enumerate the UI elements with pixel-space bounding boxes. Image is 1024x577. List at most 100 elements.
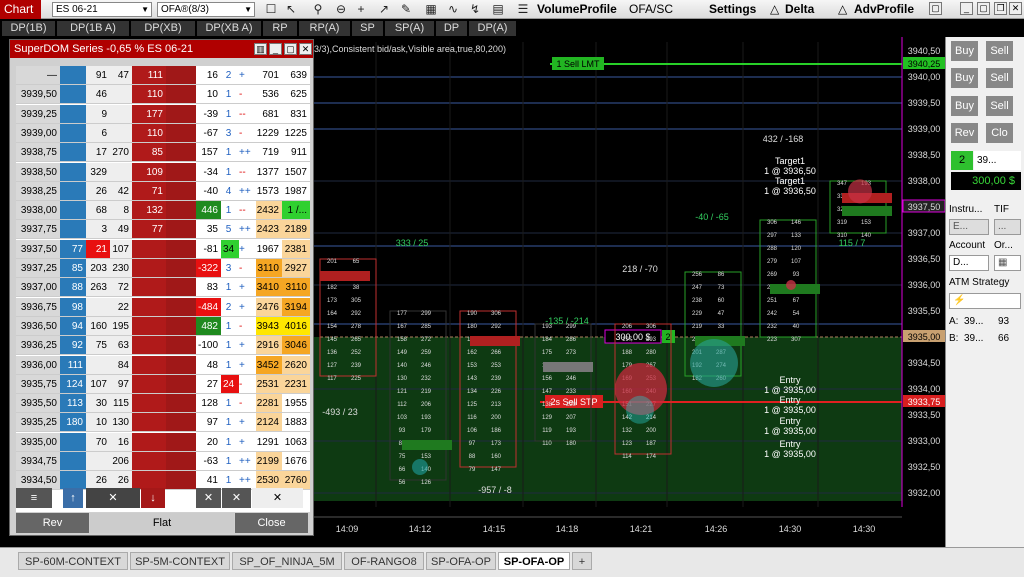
- atm-strategy-select[interactable]: ⚡: [949, 293, 1021, 309]
- close-icon[interactable]: ✕: [1009, 2, 1022, 15]
- dom-cell-blank[interactable]: [166, 374, 196, 394]
- crosshair-icon[interactable]: +: [353, 1, 369, 17]
- dom-cell-ask[interactable]: [132, 259, 166, 278]
- indicator-button[interactable]: DP(A): [469, 21, 517, 36]
- dom-cell-ask[interactable]: [132, 374, 166, 394]
- dom-cell-blank[interactable]: [166, 239, 196, 259]
- quantity-stepper[interactable]: ▦: [994, 255, 1021, 271]
- dom-cell-blank[interactable]: [166, 181, 196, 201]
- maximize-icon[interactable]: ▢: [977, 2, 990, 15]
- delta-button[interactable]: Delta: [785, 1, 814, 18]
- sell-market-button[interactable]: Sell: [986, 41, 1013, 61]
- pencil-icon[interactable]: ✎: [398, 1, 414, 17]
- buy-market-button[interactable]: Buy: [951, 41, 978, 61]
- chart-trader-icon[interactable]: ☰: [515, 1, 531, 17]
- settings-button[interactable]: Settings: [709, 1, 756, 18]
- restore-icon[interactable]: ❐: [994, 2, 1007, 15]
- dom-cell-blank[interactable]: [166, 355, 196, 375]
- pointer-icon[interactable]: ↖: [283, 1, 299, 17]
- dom-cell-ask[interactable]: [132, 336, 166, 356]
- instrument-selector[interactable]: ES 06-21 ▼: [52, 2, 152, 17]
- center-ladder-icon[interactable]: ≡: [16, 488, 52, 508]
- dom-cell-ask[interactable]: 109: [132, 162, 166, 182]
- dom-cell-blank[interactable]: [166, 220, 196, 240]
- dom-cell-ask[interactable]: [132, 297, 166, 317]
- indicators-icon[interactable]: ↯: [467, 1, 483, 17]
- sell-bid-button[interactable]: Sell: [986, 96, 1013, 116]
- buy-bid-button[interactable]: Buy: [951, 96, 978, 116]
- tab-sp-60m-context[interactable]: SP-60M-CONTEXT: [18, 552, 128, 570]
- dom-cell-blank[interactable]: [166, 432, 196, 452]
- dom-cell-bid[interactable]: 124: [60, 374, 86, 394]
- cancel-sell-orders-icon[interactable]: ✕: [196, 488, 221, 508]
- cancel-buy-orders-icon[interactable]: ✕: [86, 488, 140, 508]
- dom-close-button[interactable]: Close: [235, 513, 308, 533]
- dom-cell-bid[interactable]: 180: [60, 413, 86, 433]
- dom-cell-blank[interactable]: [166, 316, 196, 336]
- tab-sp-ofa-op[interactable]: SP-OFA-OP: [426, 552, 496, 570]
- dom-cell-blank[interactable]: [166, 123, 196, 143]
- dom-cell-bid[interactable]: [60, 85, 86, 105]
- data-box-icon[interactable]: ▦: [423, 1, 439, 17]
- zoom-out-icon[interactable]: ⊖: [333, 1, 349, 17]
- dom-cell-blank[interactable]: [166, 85, 196, 105]
- dom-cell-ask[interactable]: [132, 394, 166, 414]
- cancel-orders-icon[interactable]: ✕: [222, 488, 251, 508]
- indicator-button[interactable]: DP(1B): [2, 21, 56, 36]
- buy-ask-button[interactable]: Buy: [951, 68, 978, 88]
- reverse-button[interactable]: Rev: [951, 123, 978, 143]
- instrument-field[interactable]: E...: [949, 219, 989, 235]
- adv-profile-button[interactable]: AdvProfile: [854, 1, 914, 18]
- indicator-button[interactable]: DP(XB A): [197, 21, 262, 36]
- drawing-tools-icon[interactable]: ↗: [376, 1, 392, 17]
- indicator-button[interactable]: DP: [436, 21, 468, 36]
- superdom-title-bar[interactable]: SuperDOM Series -0,65 % ES 06-21: [10, 40, 313, 58]
- dom-cell-blank[interactable]: [166, 413, 196, 433]
- tab-sp-5m-context[interactable]: SP-5M-CONTEXT: [130, 552, 230, 570]
- add-tab-button[interactable]: +: [572, 552, 592, 570]
- indicator-button[interactable]: DP(1B A): [57, 21, 130, 36]
- dom-cell-bid[interactable]: [60, 143, 86, 163]
- pin-icon[interactable]: ▢: [929, 2, 942, 15]
- dom-cell-ask[interactable]: 177: [132, 104, 166, 124]
- superdom-ladder[interactable]: —91 47 111 16 2 +701 639 3939,50 46 110 10 1-536 625…: [16, 66, 310, 512]
- dom-cell-bid[interactable]: [60, 432, 86, 452]
- dom-cell-blank[interactable]: [166, 278, 196, 298]
- cancel-all-icon[interactable]: ✕: [252, 488, 303, 508]
- dom-cell-bid[interactable]: [60, 162, 86, 182]
- maximize-icon[interactable]: ▢: [284, 43, 297, 55]
- superdom-window[interactable]: SuperDOM Series -0,65 % ES 06-21 ▥ _ ▢ ✕…: [9, 39, 314, 536]
- dom-cell-bid[interactable]: 98: [60, 297, 86, 317]
- dom-cell-bid[interactable]: [60, 181, 86, 201]
- dom-cell-ask[interactable]: 132: [132, 201, 166, 221]
- arrow-up-icon[interactable]: ↑: [63, 488, 83, 508]
- dom-cell-ask[interactable]: [132, 316, 166, 336]
- dom-cell-bid[interactable]: 92: [60, 336, 86, 356]
- strategies-icon[interactable]: ∿: [445, 1, 461, 17]
- dom-cell-blank[interactable]: [166, 162, 196, 182]
- dom-cell-bid[interactable]: 94: [60, 316, 86, 336]
- zoom-icon[interactable]: ⚲: [310, 1, 326, 17]
- tab-sp-of-ninja-5m[interactable]: SP_OF_NINJA_5M: [232, 552, 342, 570]
- volume-profile-button[interactable]: VolumeProfile: [537, 1, 617, 18]
- chart-tab[interactable]: Chart: [0, 0, 41, 19]
- close-icon[interactable]: ✕: [299, 43, 312, 55]
- superdom-menu-icon[interactable]: ▥: [254, 43, 267, 55]
- dom-cell-ask[interactable]: [132, 355, 166, 375]
- dom-cell-blank[interactable]: [166, 452, 196, 471]
- dom-cell-bid[interactable]: [60, 66, 86, 85]
- dom-cell-blank[interactable]: [166, 201, 196, 221]
- ofa-sc-button[interactable]: OFA/SC: [629, 1, 673, 18]
- dom-cell-ask[interactable]: 110: [132, 123, 166, 143]
- dom-cell-ask[interactable]: 71: [132, 181, 166, 201]
- dom-cell-bid[interactable]: [60, 104, 86, 124]
- template-selector[interactable]: OFA®(8/3) ▼: [157, 2, 255, 17]
- dom-cell-blank[interactable]: [166, 471, 196, 491]
- dom-cell-bid[interactable]: [60, 201, 86, 221]
- dom-cell-ask[interactable]: 111: [132, 66, 166, 85]
- indicator-button[interactable]: DP(XB): [131, 21, 196, 36]
- bar-type-icon[interactable]: ☐: [263, 1, 279, 17]
- close-position-button[interactable]: Clo: [986, 123, 1013, 143]
- minimize-icon[interactable]: _: [269, 43, 282, 55]
- dom-cell-bid[interactable]: 85: [60, 259, 86, 278]
